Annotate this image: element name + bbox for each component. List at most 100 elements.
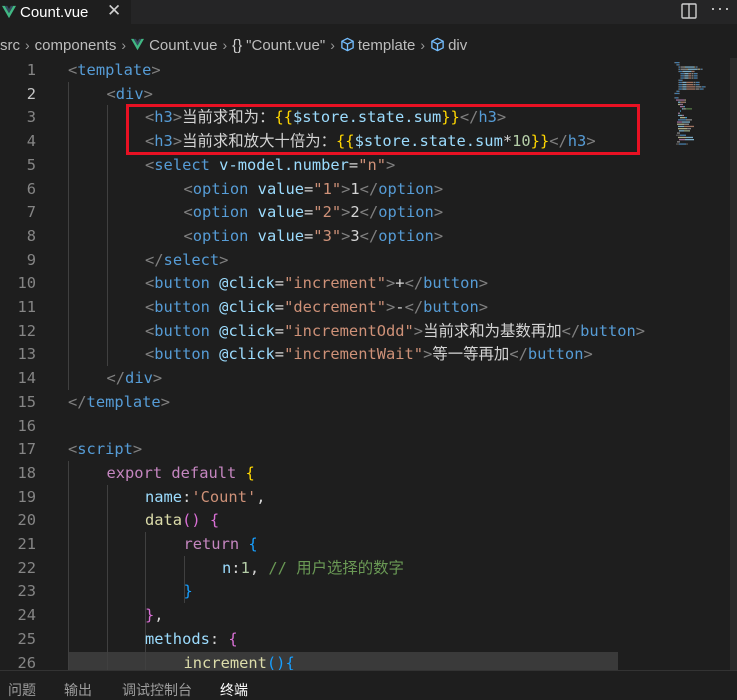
minimap-token	[676, 99, 679, 101]
code-line[interactable]: 22 n:1, // 用户选择的数字	[0, 556, 668, 580]
code-line[interactable]: 7 <option value="2">2</option>	[0, 200, 668, 224]
minimap-token	[685, 73, 688, 75]
breadcrumb-div[interactable]: div	[430, 37, 467, 54]
code-line[interactable]: 2 <div>	[0, 82, 668, 106]
code-token: "incrementWait"	[284, 345, 424, 364]
minimap-token	[693, 81, 694, 84]
breadcrumb-file[interactable]: Count.vue	[131, 37, 217, 54]
minimap-token	[692, 77, 693, 79]
code-token: {	[228, 629, 238, 648]
line-number: 24	[17, 606, 36, 625]
code-token: <	[145, 155, 155, 174]
minimap-token	[679, 64, 680, 66]
code-token: 'Count'	[191, 487, 257, 506]
breadcrumb-components[interactable]: components	[35, 37, 117, 54]
code-text: }	[184, 579, 193, 603]
minimap-token	[694, 73, 697, 75]
minimap-token	[678, 136, 686, 139]
panel-tab-debug-console[interactable]: 调试控制台	[122, 680, 192, 700]
code-token: >	[132, 440, 143, 459]
code-token: =	[304, 203, 314, 222]
minimap-token	[684, 108, 685, 110]
code-token: "2"	[313, 203, 342, 222]
minimap-token	[682, 86, 683, 88]
code-token: select	[154, 155, 210, 174]
code-token: option	[192, 226, 249, 245]
line-number: 10	[17, 274, 36, 293]
code-line[interactable]: 20 data() {	[0, 508, 668, 532]
minimap-token	[679, 86, 682, 88]
code-text: </select>	[145, 248, 228, 272]
minimap-token	[679, 68, 680, 70]
minimap-token	[680, 103, 681, 106]
code-token: <	[183, 203, 193, 222]
code-line[interactable]: 17 <script>	[0, 437, 668, 461]
code-token: }	[145, 606, 155, 625]
code-line[interactable]: 11 <button @click="decrement">-</button>	[0, 295, 668, 319]
code-line[interactable]: 15 </template>	[0, 390, 668, 414]
line-number: 25	[17, 629, 36, 648]
code-token: :	[209, 629, 229, 648]
code-token: "n"	[358, 155, 386, 174]
code-line[interactable]: 16	[0, 414, 668, 438]
code-line[interactable]: 18 export default {	[0, 461, 668, 485]
minimap-token	[682, 81, 683, 84]
minimap-token	[691, 73, 692, 75]
code-line[interactable]: 21 return {	[0, 532, 668, 556]
minimap-token	[679, 84, 682, 86]
code-token: >	[386, 155, 396, 174]
vertical-scrollbar[interactable]	[730, 58, 737, 670]
code-line[interactable]: 25 methods: {	[0, 627, 668, 651]
code-line[interactable]: 5 <select v-model.number="n">	[0, 153, 668, 177]
more-actions-icon[interactable]: ···	[710, 0, 731, 19]
breadcrumb-src[interactable]: src	[0, 37, 20, 54]
minimap-token	[678, 86, 679, 88]
minimap-token	[683, 108, 684, 110]
code-line[interactable]: 1 <template>	[0, 58, 668, 82]
code-token: >	[433, 179, 444, 198]
minimap-token	[678, 128, 687, 130]
code-line[interactable]: 10 <button @click="increment">+</button>	[0, 271, 668, 295]
code-line[interactable]: 13 <button @click="incrementWait">等一等再加</…	[0, 342, 668, 366]
minimap-token	[682, 84, 683, 86]
code-token: </	[509, 345, 528, 364]
code-token: >	[478, 274, 488, 293]
code-text: data() {	[145, 508, 219, 532]
code-line[interactable]: 23}	[0, 579, 668, 603]
minimap-token	[703, 88, 704, 90]
chevron-right-icon: ›	[25, 37, 30, 53]
code-token: template	[77, 61, 152, 79]
bottom-panel-tabs: 问题 输出 调试控制台 终端	[0, 670, 737, 698]
minimap-token	[678, 114, 682, 117]
panel-tab-problems[interactable]: 问题	[8, 680, 36, 700]
code-token: :	[182, 487, 192, 506]
code-line[interactable]: 8 <option value="3">3</option>	[0, 224, 668, 248]
code-token: ,	[256, 487, 266, 506]
split-editor-icon[interactable]	[680, 2, 698, 20]
close-icon[interactable]: ✕	[107, 1, 121, 21]
minimap-token	[686, 81, 687, 84]
line-number: 15	[17, 392, 36, 411]
code-line[interactable]: 9 </select>	[0, 248, 668, 272]
breadcrumb-component-object[interactable]: {} "Count.vue"	[232, 37, 325, 54]
code-token: </	[359, 203, 379, 222]
code-line[interactable]: 24},	[0, 603, 668, 627]
minimap-token	[702, 68, 703, 70]
code-line[interactable]: 12 <button @click="incrementOdd">当前求和为基数再…	[0, 319, 668, 343]
minimap-token	[685, 66, 694, 68]
code-line[interactable]: 26 increment(){	[0, 651, 668, 671]
minimap-token	[694, 84, 695, 86]
code-line[interactable]: 19 name:'Count',	[0, 485, 668, 509]
minimap[interactable]	[668, 58, 730, 670]
code-line[interactable]: 6 <option value="1">1</option>	[0, 177, 668, 201]
breadcrumb-template[interactable]: template	[340, 37, 415, 54]
code-line[interactable]: 14 </div>	[0, 366, 668, 390]
panel-tab-output[interactable]: 输出	[64, 680, 92, 700]
minimap-token	[687, 68, 688, 70]
tab-count-vue[interactable]: Count.vue ✕	[0, 0, 131, 24]
panel-tab-terminal[interactable]: 终端	[220, 680, 248, 700]
minimap-token	[694, 77, 697, 79]
minimap-token	[695, 86, 696, 88]
breadcrumb: src › components › Count.vue › {} "Count.…	[0, 34, 737, 56]
